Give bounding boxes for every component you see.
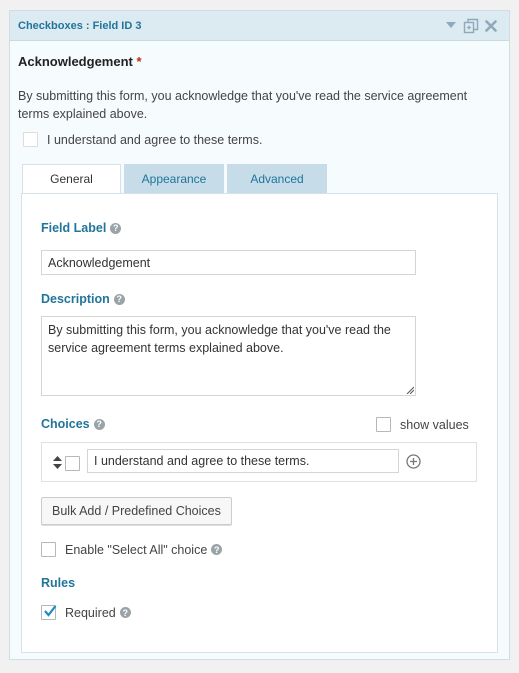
field-label-title: Field Label (41, 221, 107, 235)
general-tab-content: Field Label ? Description ? By submittin… (21, 193, 498, 653)
field-preview: Acknowledgement * By submitting this for… (10, 54, 509, 147)
choices-list (41, 442, 477, 482)
select-all-label: Enable "Select All" choice (65, 542, 208, 557)
required-label: Required (65, 605, 116, 620)
description-heading: Description ? (41, 292, 125, 306)
required-option: Required ? (41, 605, 131, 620)
checkmark-icon (44, 605, 57, 617)
field-settings-panel: Checkboxes : Field ID 3 Acknowledgement … (9, 10, 510, 660)
choices-title: Choices (41, 417, 90, 431)
tab-general[interactable]: General (22, 164, 121, 194)
help-icon[interactable]: ? (113, 293, 125, 305)
rules-title: Rules (41, 576, 76, 590)
panel-header: Checkboxes : Field ID 3 (10, 11, 509, 41)
tab-appearance[interactable]: Appearance (124, 164, 224, 193)
description-title: Description (41, 292, 110, 306)
panel-title: Checkboxes : Field ID 3 (18, 19, 142, 32)
preview-choice-label: I understand and agree to these terms. (47, 132, 263, 147)
rules-heading: Rules (41, 576, 75, 590)
help-icon[interactable]: ? (211, 544, 223, 555)
select-all-option: Enable "Select All" choice ? (41, 542, 223, 557)
choice-checkbox[interactable] (65, 456, 80, 471)
duplicate-icon[interactable] (461, 16, 481, 36)
preview-choice-checkbox[interactable] (23, 132, 38, 147)
show-values-checkbox[interactable] (376, 417, 391, 432)
settings-tabs: General Appearance Advanced (22, 164, 330, 194)
tab-advanced[interactable]: Advanced (227, 164, 327, 193)
help-icon[interactable]: ? (119, 607, 131, 618)
description-text: By submitting this form, you acknowledge… (48, 323, 391, 355)
choices-heading: Choices ? (41, 417, 105, 431)
description-textarea[interactable]: By submitting this form, you acknowledge… (41, 316, 416, 396)
collapse-arrow-icon[interactable] (441, 16, 461, 36)
preview-choice: I understand and agree to these terms. (23, 132, 501, 147)
sort-handle-icon[interactable] (53, 456, 62, 469)
select-all-checkbox[interactable] (41, 542, 56, 557)
delete-icon[interactable] (481, 16, 501, 36)
preview-field-title: Acknowledgement * (18, 54, 501, 69)
required-checkbox[interactable] (41, 605, 57, 620)
show-values-label: show values (400, 417, 469, 432)
required-star: * (136, 54, 142, 69)
resize-grip-icon[interactable] (406, 386, 414, 394)
field-label-input[interactable] (41, 250, 416, 275)
help-icon[interactable]: ? (110, 222, 122, 234)
help-icon[interactable]: ? (93, 418, 105, 430)
preview-field-label: Acknowledgement (18, 54, 133, 69)
preview-description: By submitting this form, you acknowledge… (18, 89, 468, 121)
field-label-heading: Field Label ? (41, 221, 122, 235)
show-values-option: show values (376, 417, 469, 432)
bulk-add-button[interactable]: Bulk Add / Predefined Choices (41, 497, 232, 525)
add-choice-icon[interactable] (406, 454, 421, 469)
choice-input[interactable] (87, 449, 399, 473)
